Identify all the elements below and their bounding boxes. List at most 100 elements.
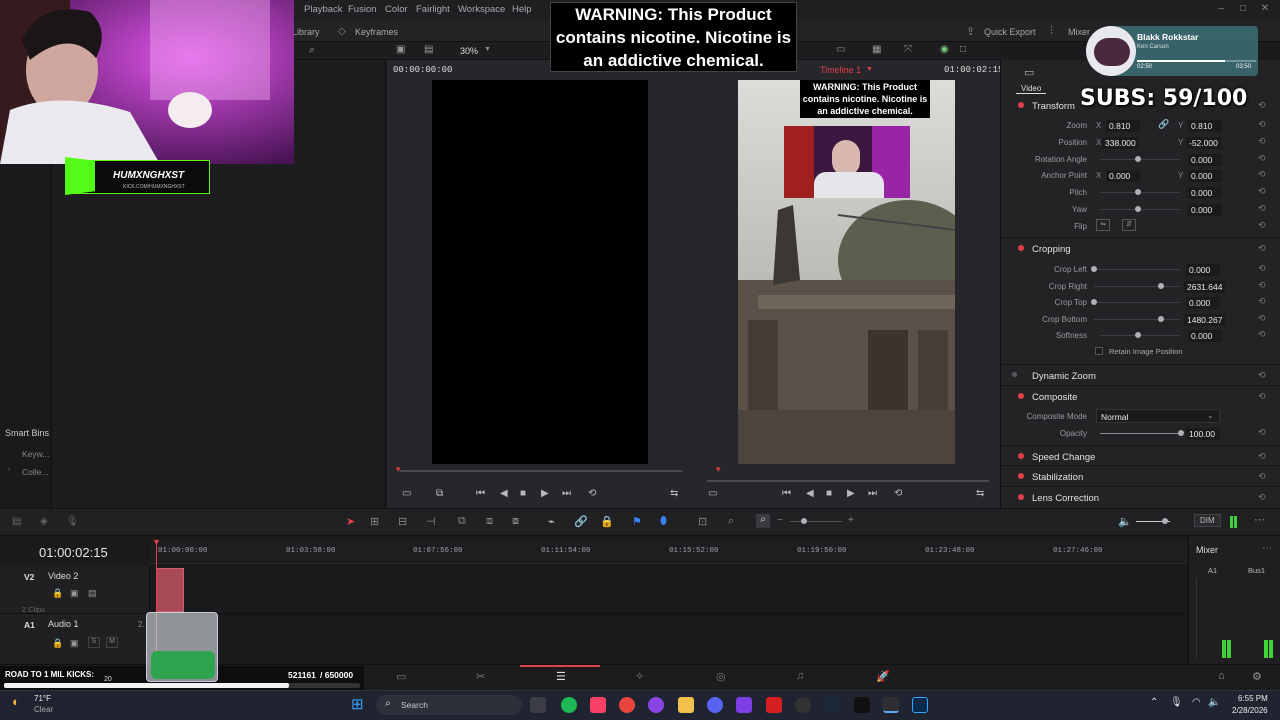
crop-right-knob[interactable] (1158, 283, 1164, 289)
effects-icon[interactable]: ◈ (40, 516, 48, 527)
composite-mode-select[interactable]: Normal ⌄ (1096, 409, 1220, 423)
transform-enable-dot[interactable] (1018, 102, 1024, 108)
crop-top-field[interactable]: 0.000 (1186, 297, 1220, 309)
stabilization-enable-dot[interactable] (1018, 473, 1024, 479)
crop-top-slider[interactable] (1094, 302, 1180, 303)
loop-icon[interactable]: ⟲ (588, 488, 596, 499)
blade-tool-icon[interactable]: ⊣ (426, 515, 436, 528)
zoom-in-icon[interactable]: + (848, 515, 854, 526)
play-icon[interactable]: ▶ (847, 488, 855, 499)
crop-right-slider[interactable] (1094, 286, 1180, 287)
quick-export-button[interactable]: Quick Export (984, 27, 1036, 37)
crop-left-knob[interactable] (1091, 266, 1097, 272)
cropping-enable-dot[interactable] (1018, 245, 1024, 251)
music-app-icon[interactable] (590, 697, 606, 713)
rotation-field[interactable]: 0.000 (1188, 154, 1222, 166)
reverse-play-icon[interactable]: ◀ (500, 488, 508, 499)
fairlight-page-icon[interactable]: ♫ (796, 670, 804, 682)
menu-fairlight[interactable]: Fairlight (416, 4, 450, 15)
reset-icon[interactable]: ⟲ (1258, 370, 1266, 381)
speed-change-header[interactable]: Speed Change (1032, 452, 1095, 463)
task-view-icon[interactable] (530, 697, 546, 713)
crop-right-field[interactable]: 2631.644 (1184, 281, 1226, 293)
dim-button[interactable]: DIM (1194, 514, 1221, 527)
tab-video[interactable]: Video (1021, 84, 1041, 93)
reset-icon[interactable]: ⟲ (1258, 427, 1266, 438)
match-frame-icon[interactable]: ⇆ (670, 488, 678, 499)
trim-tool-icon[interactable]: ⊞ (370, 515, 379, 528)
obs-icon[interactable] (736, 697, 752, 713)
reset-icon[interactable]: ⟲ (1258, 203, 1266, 214)
lock-icon[interactable]: 🔒 (600, 515, 614, 528)
media-page-icon[interactable]: ▭ (396, 670, 406, 683)
retain-position-checkbox[interactable] (1095, 347, 1103, 355)
flip-horizontal-icon[interactable]: ⇋ (1096, 219, 1110, 231)
anchor-y-field[interactable]: 0.000 (1188, 170, 1222, 182)
video-toggle-icon[interactable]: ▤ (88, 588, 97, 599)
opacity-field[interactable]: 100.00 (1186, 428, 1220, 440)
photoshop-icon[interactable] (912, 697, 928, 713)
crop-bottom-knob[interactable] (1158, 316, 1164, 322)
flip-vertical-icon[interactable]: ⇵ (1122, 219, 1136, 231)
reset-icon[interactable]: ⟲ (1258, 220, 1266, 231)
reset-icon[interactable]: ⟲ (1258, 119, 1266, 130)
snapping-icon[interactable]: ⌁ (548, 515, 555, 528)
minimize-icon[interactable]: – (1214, 3, 1228, 15)
overwrite-clip-icon[interactable]: ⧈ (486, 515, 493, 528)
timeline-name[interactable]: Timeline 1 (820, 65, 861, 75)
menu-color[interactable]: Color (385, 4, 408, 15)
video-tab-icon[interactable]: ▭ (1024, 66, 1034, 79)
crop-top-knob[interactable] (1091, 299, 1097, 305)
opacity-slider[interactable] (1100, 433, 1182, 434)
home-icon[interactable]: ⌂ (1218, 670, 1225, 682)
dynamic-zoom-header[interactable]: Dynamic Zoom (1032, 371, 1096, 382)
davinci-resolve-icon[interactable] (883, 697, 899, 713)
reset-icon[interactable]: ⟲ (1258, 492, 1266, 503)
composite-header[interactable]: Composite (1032, 392, 1077, 403)
layout-icon[interactable]: ▤ (12, 516, 21, 527)
reset-icon[interactable]: ⟲ (1258, 471, 1266, 482)
marker-icon[interactable]: ⬮ (660, 515, 667, 528)
app-icon-red[interactable] (766, 697, 782, 713)
linked-selection-icon[interactable]: 🔗 (574, 515, 588, 528)
speed-change-enable-dot[interactable] (1018, 453, 1024, 459)
viewer-fullscreen-icon[interactable]: ⇆ (976, 488, 984, 499)
clock-time[interactable]: 6:55 PM (1238, 694, 1268, 703)
app-icon-dark[interactable] (795, 697, 811, 713)
file-explorer-icon[interactable] (678, 697, 694, 713)
custom-zoom-icon[interactable]: ⌕ (756, 514, 770, 528)
reset-icon[interactable]: ⟲ (1258, 153, 1266, 164)
yaw-field[interactable]: 0.000 (1188, 204, 1222, 216)
crop-bottom-slider[interactable] (1094, 319, 1180, 320)
deliver-page-icon[interactable]: 🚀 (876, 670, 890, 683)
steam-icon[interactable] (824, 697, 840, 713)
source-scrubber[interactable] (400, 470, 682, 472)
keyframes-button[interactable]: Keyframes (355, 27, 398, 37)
solo-button[interactable]: S (88, 637, 100, 648)
edit-page-icon[interactable]: ☰ (556, 670, 566, 683)
source-viewer[interactable] (432, 80, 648, 464)
image-icon[interactable]: ▣ (396, 44, 405, 55)
timeline-scrubber[interactable] (707, 480, 989, 482)
lock-icon[interactable]: 🔒 (52, 638, 63, 649)
crop-left-slider[interactable] (1094, 269, 1180, 270)
color-page-icon[interactable]: ◎ (716, 670, 726, 683)
loop-icon[interactable]: ⟲ (894, 488, 902, 499)
transform-header[interactable]: Transform (1032, 101, 1075, 112)
jump-start-icon[interactable]: ⏮ (476, 488, 485, 499)
discord-icon[interactable] (707, 697, 723, 713)
composite-enable-dot[interactable] (1018, 393, 1024, 399)
volume-icon[interactable]: 🔈 (1118, 515, 1132, 528)
zoom-out-icon[interactable]: − (777, 515, 783, 526)
auto-select-icon[interactable]: ▣ (70, 638, 79, 649)
chevron-right-icon[interactable]: › (8, 466, 10, 473)
yaw-slider-knob[interactable] (1135, 206, 1141, 212)
anchor-x-field[interactable]: 0.000 (1106, 170, 1140, 182)
transform-icon[interactable]: ⧉ (436, 488, 443, 499)
cropping-header[interactable]: Cropping (1032, 244, 1071, 255)
lens-correction-enable-dot[interactable] (1018, 494, 1024, 500)
close-icon[interactable]: ✕ (1258, 3, 1272, 15)
clock-date[interactable]: 2/28/2026 (1232, 706, 1268, 715)
auto-select-icon[interactable]: ▣ (70, 588, 79, 599)
browser-icon[interactable] (648, 697, 664, 713)
